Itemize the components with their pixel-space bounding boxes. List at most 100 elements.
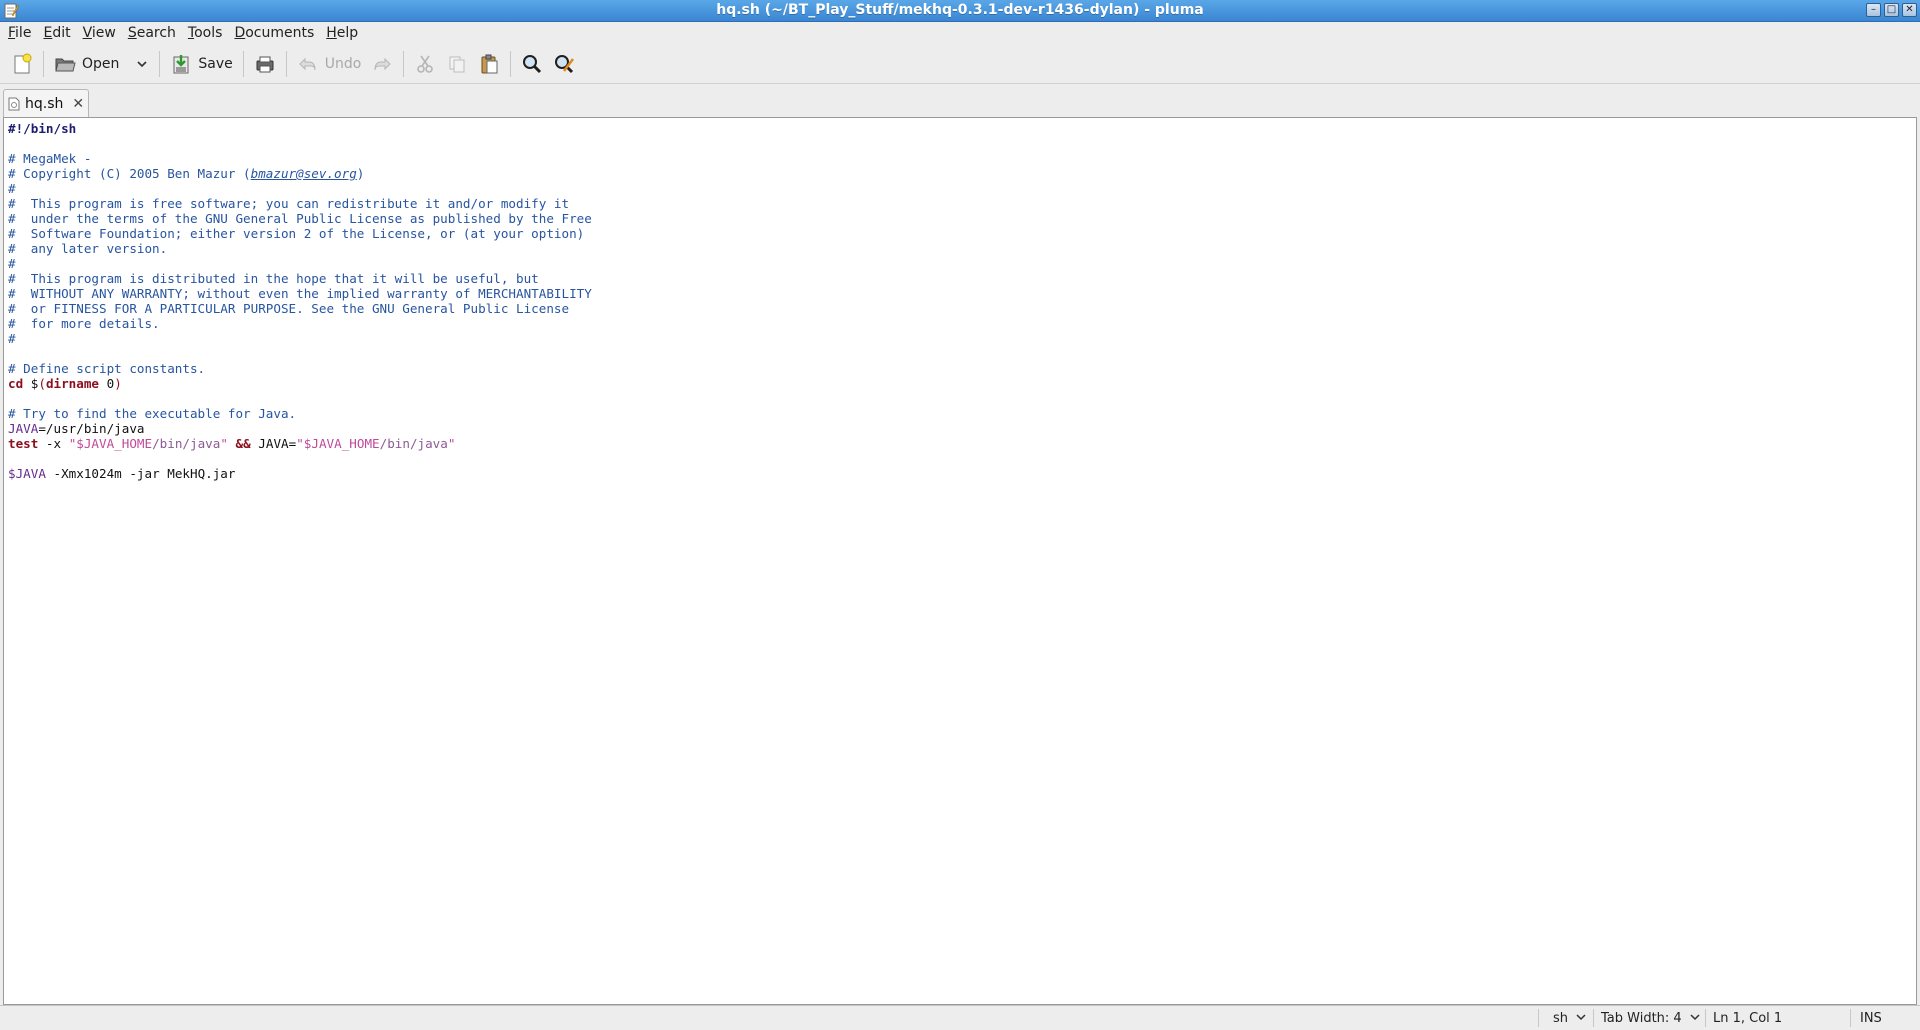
code-token: # any later version. (8, 241, 168, 256)
tab-width-selector[interactable]: Tab Width: 4 (1601, 1011, 1700, 1026)
code-token: # Copyright (C) 2005 Ben Mazur ( (8, 166, 251, 181)
menu-file-label: ile (15, 25, 32, 41)
text-editor[interactable]: #!/bin/sh # MegaMek - # Copyright (C) 200… (3, 117, 1917, 1005)
open-recent-dropdown[interactable] (124, 48, 154, 80)
code-token: # (8, 181, 16, 196)
find-replace-icon (555, 54, 575, 73)
find-replace-button[interactable] (548, 48, 580, 80)
status-separator (1850, 1009, 1851, 1027)
search-icon (523, 54, 542, 73)
paste-button[interactable] (473, 48, 505, 80)
code-line: test -x "$JAVA_HOME/bin/java" && JAVA="$… (8, 436, 592, 451)
toolbar: Open Save Undo (0, 44, 1920, 84)
save-button[interactable]: Save (165, 48, 237, 80)
open-button[interactable]: Open (49, 48, 124, 80)
code-token: dirname (45, 376, 100, 391)
code-token: ) (356, 166, 365, 181)
code-view[interactable]: #!/bin/sh # MegaMek - # Copyright (C) 200… (8, 121, 592, 481)
code-line: #!/bin/sh (8, 121, 592, 136)
print-button[interactable] (249, 48, 281, 80)
maximize-button[interactable]: □ (1884, 3, 1899, 17)
menu-search-label: earch (136, 25, 176, 41)
chevron-down-icon (1576, 1014, 1586, 1021)
menu-edit-mnemonic: E (43, 25, 53, 41)
find-button[interactable] (516, 48, 548, 80)
save-icon (173, 54, 189, 73)
code-token: /bin/java (379, 436, 448, 451)
insert-mode: INS (1860, 1011, 1882, 1026)
menu-tools-label: ools (194, 25, 223, 41)
copy-icon (449, 56, 465, 72)
minimize-button[interactable]: – (1866, 3, 1881, 17)
status-separator (1593, 1009, 1594, 1027)
status-separator (1705, 1009, 1706, 1027)
toolbar-separator (403, 50, 405, 77)
code-line: # Try to find the executable for Java. (8, 406, 592, 421)
tab-close-icon[interactable]: ✕ (72, 96, 84, 112)
menu-edit[interactable]: Edit (37, 25, 76, 41)
menu-file[interactable]: File (2, 25, 37, 41)
code-token: && (235, 436, 251, 451)
menu-documents[interactable]: Documents (228, 25, 320, 41)
menu-documents-mnemonic: D (234, 25, 246, 41)
chevron-down-icon (1690, 1014, 1700, 1021)
code-token: JAVA (8, 421, 39, 436)
code-token: $ (23, 376, 39, 391)
code-token: " (447, 436, 456, 451)
save-label: Save (198, 55, 233, 72)
close-button[interactable]: ✕ (1902, 3, 1917, 17)
cut-button[interactable] (409, 48, 441, 80)
paste-icon (481, 54, 498, 73)
open-label: Open (82, 55, 120, 72)
toolbar-separator (285, 50, 287, 77)
language-selector[interactable]: sh (1553, 1011, 1586, 1026)
menu-bar: File Edit View Search Tools Documents He… (0, 22, 1920, 44)
tab-label: hq.sh (25, 95, 64, 112)
code-token: # Try to find the executable for Java. (8, 406, 297, 421)
code-token: "$JAVA_HOME (68, 436, 153, 451)
code-line: cd $(dirname 0) (8, 376, 592, 391)
toolbar-separator (43, 50, 44, 77)
menu-view[interactable]: View (77, 25, 122, 41)
undo-label: Undo (324, 55, 362, 72)
code-token: # This program is free software; you can… (8, 196, 570, 211)
code-line: JAVA=/usr/bin/java (8, 421, 592, 436)
menu-file-mnemonic: F (8, 25, 16, 41)
code-token: # Software Foundation; either version 2 … (8, 226, 585, 241)
code-line: # This program is free software; you can… (8, 196, 592, 211)
code-token: # WITHOUT ANY WARRANTY; without even the… (8, 286, 592, 301)
code-line: # (8, 256, 592, 271)
code-line: # WITHOUT ANY WARRANTY; without even the… (8, 286, 592, 301)
print-icon (256, 56, 274, 72)
code-line: # (8, 181, 592, 196)
new-document-button[interactable] (6, 48, 38, 80)
menu-tools[interactable]: Tools (182, 25, 229, 41)
undo-icon (299, 57, 316, 70)
undo-button[interactable]: Undo (292, 48, 367, 80)
menu-search[interactable]: Search (122, 25, 182, 41)
code-token: "$JAVA_HOME (296, 436, 380, 451)
tab-width-label: Tab Width: 4 (1601, 1011, 1682, 1026)
code-token: # (8, 256, 16, 271)
cut-icon (417, 55, 434, 73)
menu-view-mnemonic: V (82, 25, 92, 41)
toolbar-separator (242, 50, 244, 77)
code-token: /bin/java (152, 436, 221, 451)
title-bar: hq.sh (~/BT_Play_Stuff/mekhq-0.3.1-dev-r… (0, 0, 1920, 22)
code-line: # Copyright (C) 2005 Ben Mazur (bmazur@s… (8, 166, 592, 181)
redo-button[interactable] (366, 48, 398, 80)
text-file-icon (8, 97, 20, 110)
cursor-position: Ln 1, Col 1 (1713, 1011, 1783, 1026)
code-token: JAVA= (250, 436, 297, 451)
code-token: $JAVA (8, 466, 46, 481)
code-line: # Software Foundation; either version 2 … (8, 226, 592, 241)
menu-view-label: iew (91, 25, 116, 41)
menu-help[interactable]: Help (320, 25, 364, 41)
code-token: bmazur@sev.org (250, 166, 357, 181)
code-token: test (8, 436, 39, 451)
copy-button[interactable] (441, 48, 473, 80)
tab-hq-sh[interactable]: hq.sh ✕ (3, 89, 89, 117)
